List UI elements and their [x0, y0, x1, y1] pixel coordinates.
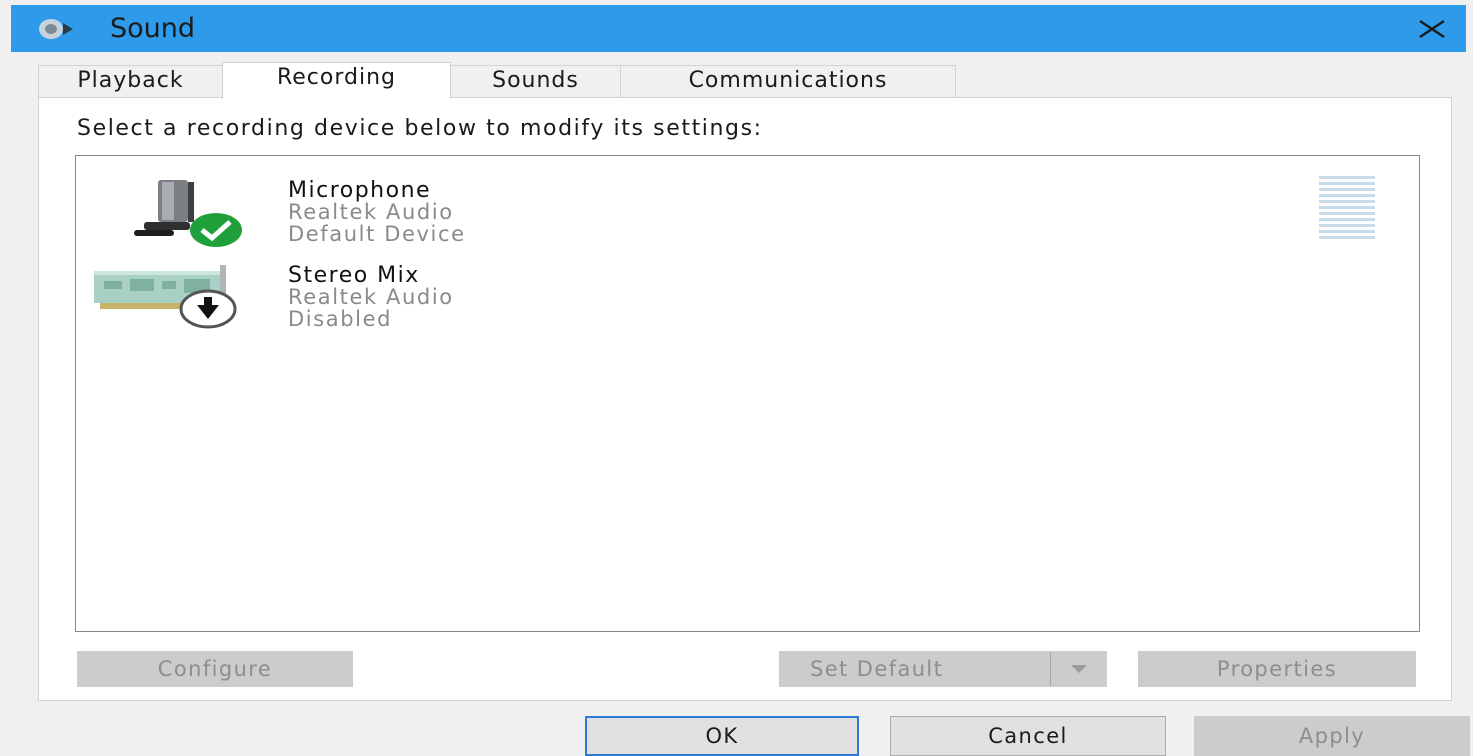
dropdown-arrow-button[interactable]	[1050, 652, 1106, 686]
disabled-arrow-icon	[179, 289, 237, 329]
instruction-text: Select a recording device below to modif…	[77, 116, 763, 141]
window-title: Sound	[110, 13, 196, 44]
device-item-microphone[interactable]: Microphone Realtek Audio Default Device	[76, 164, 1419, 247]
sound-card-icon	[94, 265, 237, 329]
tab-communications[interactable]: Communications	[620, 65, 956, 97]
level-meter	[1319, 176, 1375, 239]
device-driver: Realtek Audio	[288, 200, 454, 224]
microphone-icon	[134, 180, 242, 247]
device-status: Disabled	[288, 307, 393, 331]
apply-button[interactable]: Apply	[1194, 716, 1470, 756]
device-item-stereo-mix[interactable]: Stereo Mix Realtek Audio Disabled	[76, 249, 1419, 331]
device-status: Default Device	[288, 222, 466, 246]
speaker-icon	[39, 19, 73, 39]
cancel-button[interactable]: Cancel	[890, 716, 1166, 756]
tab-sounds[interactable]: Sounds	[450, 65, 621, 97]
set-default-label: Set Default	[810, 657, 944, 681]
set-default-split-button[interactable]: Set Default	[779, 651, 1107, 687]
device-list[interactable]: Microphone Realtek Audio Default Device	[75, 155, 1420, 632]
configure-button[interactable]: Configure	[77, 651, 353, 687]
default-check-icon	[190, 213, 242, 247]
chevron-down-icon	[1071, 665, 1087, 673]
tab-playback[interactable]: Playback	[38, 65, 223, 97]
ok-button[interactable]: OK	[585, 716, 859, 756]
tab-recording[interactable]: Recording	[222, 62, 451, 99]
title-bar: Sound	[11, 5, 1466, 52]
device-driver: Realtek Audio	[288, 285, 454, 309]
close-icon[interactable]	[1412, 11, 1452, 47]
properties-button[interactable]: Properties	[1138, 651, 1416, 687]
